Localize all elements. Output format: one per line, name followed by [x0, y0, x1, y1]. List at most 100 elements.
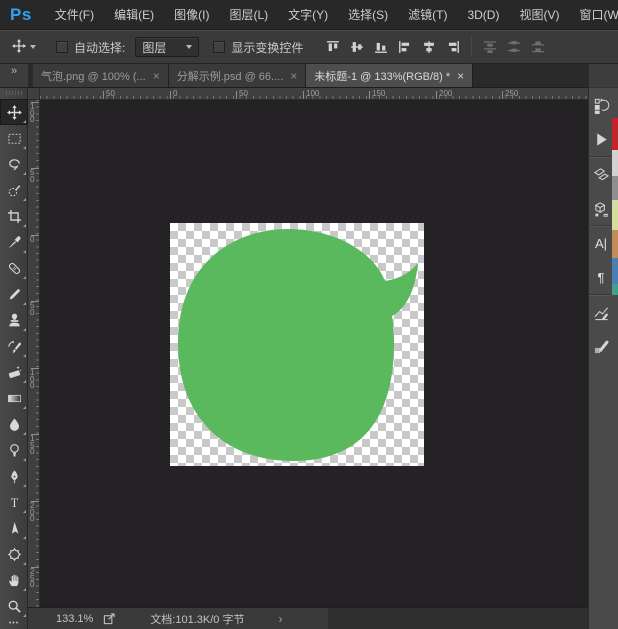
move-tool-option-button[interactable] — [12, 38, 36, 56]
dodge-tool[interactable] — [0, 437, 28, 463]
document-tab-1[interactable]: 气泡.png @ 100% (... × — [33, 64, 169, 87]
ruler-label: 150 — [30, 434, 35, 456]
history-brush-tool[interactable] — [0, 333, 28, 359]
color-swatch[interactable] — [612, 284, 618, 295]
panel-drag-handle[interactable] — [5, 91, 22, 95]
auto-select-target-dropdown[interactable]: 图层 — [135, 37, 200, 57]
chevron-down-icon — [30, 45, 36, 49]
paragraph-panel-icon[interactable]: ¶ — [589, 260, 613, 294]
tab-close-icon[interactable]: × — [290, 70, 297, 82]
menu-type[interactable]: 文字(Y) — [278, 0, 338, 30]
menu-window[interactable]: 窗口(W) — [569, 0, 618, 30]
align-buttons-group — [321, 36, 550, 58]
pencil-tool[interactable] — [0, 281, 28, 307]
color-swatch[interactable] — [612, 230, 618, 258]
align-vertical-centers-button[interactable] — [345, 36, 369, 58]
eyedropper-tool[interactable] — [0, 229, 28, 255]
pen-tool[interactable] — [0, 463, 28, 489]
align-left-edges-button[interactable] — [393, 36, 417, 58]
brush-presets-panel-icon[interactable] — [589, 329, 613, 363]
type-tool[interactable]: T — [0, 489, 28, 515]
dock-header — [589, 64, 618, 88]
menu-edit[interactable]: 编辑(E) — [104, 0, 164, 30]
panel-dock: A| ¶ — [588, 64, 618, 629]
ruler-major-tick — [170, 91, 171, 99]
ruler-label: 50 — [106, 89, 115, 98]
measurement-log-panel-icon[interactable] — [589, 295, 613, 329]
menu-items: 文件(F) 编辑(E) 图像(I) 图层(L) 文字(Y) 选择(S) 滤镜(T) 3D(D)… — [45, 0, 618, 30]
menu-layer[interactable]: 图层(L) — [219, 0, 278, 30]
ruler-major-tick — [436, 91, 437, 99]
photoshop-logo: Ps — [10, 4, 32, 24]
history-panel-icon[interactable] — [589, 88, 613, 122]
crop-tool[interactable] — [0, 203, 28, 229]
color-swatch[interactable] — [612, 150, 618, 176]
tab-close-icon[interactable]: × — [153, 70, 160, 82]
distribute-vertical-centers-button — [502, 36, 526, 58]
align-top-edges-button[interactable] — [321, 36, 345, 58]
vertical-ruler[interactable]: 100 50 0 50 100 150 200 250 — [28, 100, 40, 607]
menu-image[interactable]: 图像(I) — [164, 0, 219, 30]
horizontal-ruler[interactable]: 50 0 50 100 150 200 250 — [40, 88, 588, 100]
menu-view[interactable]: 视图(V) — [509, 0, 569, 30]
green-speech-bubble-shape[interactable] — [170, 223, 424, 466]
toolbar-overflow-dots[interactable]: ••• — [0, 620, 28, 627]
show-transform-checkbox[interactable] — [213, 41, 226, 53]
eraser-tool[interactable] — [0, 359, 28, 385]
menu-3d[interactable]: 3D(D) — [457, 0, 509, 30]
spot-healing-brush-tool[interactable] — [0, 255, 28, 281]
tool-options-bar: 自动选择: 图层 显示变换控件 — [0, 30, 618, 64]
move-tool[interactable] — [0, 99, 28, 125]
ruler-label: 250 — [505, 89, 519, 98]
align-right-edges-button[interactable] — [441, 36, 465, 58]
quick-selection-tool[interactable] — [0, 177, 28, 203]
export-share-icon[interactable] — [103, 612, 116, 625]
menu-file[interactable]: 文件(F) — [45, 0, 104, 30]
ruler-label: 50 — [30, 301, 35, 317]
canvas-workspace[interactable] — [40, 100, 588, 607]
document-tab-3[interactable]: 未标题-1 @ 133%(RGB/8) * × — [306, 64, 474, 87]
ruler-major-tick — [103, 91, 104, 99]
swatches-panel-sliver[interactable] — [612, 118, 618, 295]
color-swatch[interactable] — [612, 176, 618, 200]
3d-panel-icon[interactable] — [589, 191, 613, 225]
svg-text:T: T — [10, 495, 18, 509]
hand-tool[interactable] — [0, 567, 28, 593]
tab-close-icon[interactable]: × — [457, 70, 464, 82]
auto-select-checkbox[interactable] — [56, 41, 68, 53]
lasso-tool[interactable] — [0, 151, 28, 177]
tools-panel: T ••• — [0, 88, 28, 629]
character-panel-icon[interactable]: A| — [589, 226, 613, 260]
zoom-tool[interactable] — [0, 593, 28, 619]
align-horizontal-centers-button[interactable] — [417, 36, 441, 58]
color-swatch[interactable] — [612, 258, 618, 284]
zoom-level-field[interactable]: 133.1% — [56, 613, 93, 625]
menu-select[interactable]: 选择(S) — [338, 0, 398, 30]
align-bottom-edges-button[interactable] — [369, 36, 393, 58]
status-expand-chevron[interactable]: › — [278, 612, 282, 626]
blur-tool[interactable] — [0, 411, 28, 437]
status-bar: 133.1% 文档:101.3K/0 字节 › — [28, 607, 588, 629]
actions-panel-icon[interactable] — [589, 122, 613, 156]
ruler-label: 0 — [30, 235, 35, 244]
ruler-label: 200 — [30, 501, 35, 523]
path-selection-tool[interactable] — [0, 515, 28, 541]
document-tab-2[interactable]: 分解示例.psd @ 66.... × — [168, 64, 307, 87]
tools-panel-expand-chevrons[interactable]: » — [0, 64, 28, 87]
ruler-origin-corner[interactable] — [28, 88, 40, 100]
document-image-transparency-checker[interactable] — [170, 223, 424, 466]
color-swatch[interactable] — [612, 118, 618, 150]
show-transform-label: 显示变换控件 — [231, 40, 304, 55]
menu-filter[interactable]: 滤镜(T) — [398, 0, 457, 30]
status-bar-info-segment: 133.1% 文档:101.3K/0 字节 › — [28, 608, 328, 629]
clone-stamp-tool[interactable] — [0, 307, 28, 333]
ruler-label: 100 — [306, 89, 320, 98]
custom-shape-tool[interactable] — [0, 541, 28, 567]
ruler-major-tick — [502, 91, 503, 99]
styles-panel-icon[interactable] — [589, 157, 613, 191]
gradient-tool[interactable] — [0, 385, 28, 411]
color-swatch[interactable] — [612, 200, 618, 230]
tab-title: 分解示例.psd @ 66.... — [176, 70, 284, 83]
ruler-major-tick — [303, 91, 304, 99]
rectangular-marquee-tool[interactable] — [0, 125, 28, 151]
